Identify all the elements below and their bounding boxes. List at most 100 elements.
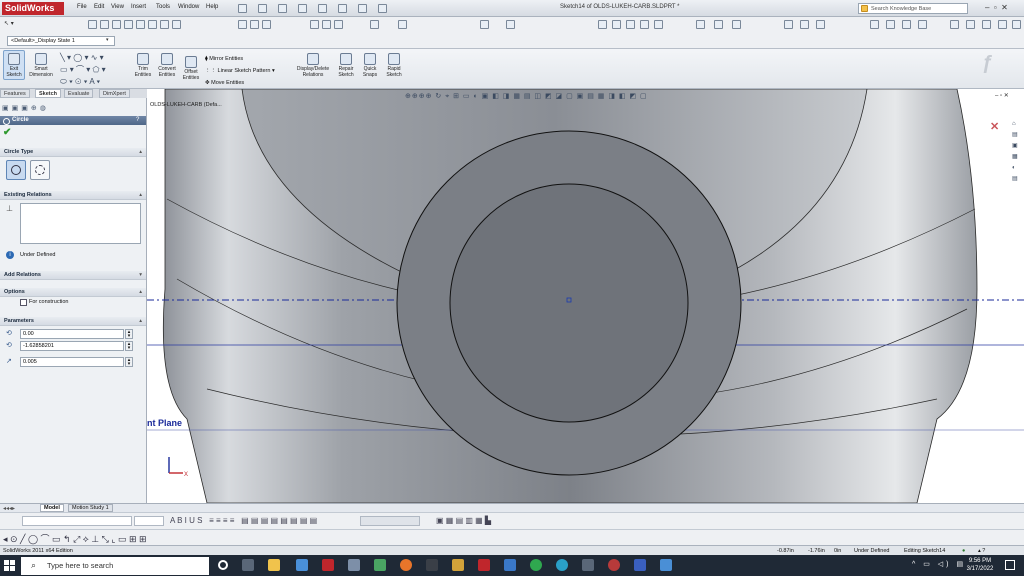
sketch-tool-buttons[interactable]: ◂ ⊙ ╱ ◯ ⌒ ▭ ↰ ⤢ ⟡ ⊥ ⤡ ⌞ ▭ ⊞ ⊞	[3, 532, 147, 545]
file-explorer-icon[interactable]	[268, 559, 280, 571]
sketch-circle-inner[interactable]	[449, 183, 689, 423]
menu-file[interactable]: File	[77, 4, 87, 10]
heads-up-view-toolbar[interactable]: ⊕⊕⊕⊕ ↻ ⌖ ⊞ ▭ ◐ ▣ ◧ ◨ ▦ ▤ ◫ ◩ ◪ ▢ ▣ ▤ ▦ ◨…	[405, 92, 648, 101]
open-icon[interactable]	[258, 4, 267, 13]
menu-help[interactable]: Help	[206, 4, 218, 10]
app-icon-9[interactable]	[660, 559, 672, 571]
mirror-entities-button[interactable]: ⧫ Mirror Entities	[205, 53, 275, 65]
solidworks-active-icon[interactable]	[478, 559, 490, 571]
center-x-spinner[interactable]: ▴ ▾	[125, 329, 133, 339]
app-icon-5[interactable]	[504, 559, 516, 571]
feature-tree-root[interactable]: OLDS-LUKEH-CARB (Defa...	[150, 102, 222, 108]
toolbar-icon-g[interactable]	[714, 20, 723, 29]
menu-edit[interactable]: Edit	[94, 4, 104, 10]
select-icon[interactable]	[338, 4, 347, 13]
display-delete-relations-button[interactable]: Display/Delete Relations	[292, 53, 334, 78]
toolbar-icon-q[interactable]	[966, 20, 975, 29]
toolbar-icon-c[interactable]	[626, 20, 635, 29]
radius-spinner[interactable]: ▴ ▾	[125, 357, 133, 367]
options-icon[interactable]	[378, 4, 387, 13]
taskbar-search-input[interactable]: Type here to search	[21, 557, 209, 575]
circle-tool-icon[interactable]	[124, 20, 133, 29]
app-icon-2[interactable]	[374, 559, 386, 571]
task-view-icon[interactable]	[242, 559, 254, 571]
assembly-icon[interactable]	[250, 20, 259, 29]
toolbar-icon-d[interactable]	[640, 20, 649, 29]
options-header[interactable]: Options ▴	[0, 288, 146, 297]
line-tool-icon[interactable]	[100, 20, 109, 29]
sum-icon[interactable]	[172, 20, 181, 29]
toolbar-icon-i[interactable]	[784, 20, 793, 29]
menu-tools[interactable]: Tools	[156, 4, 170, 10]
print-icon[interactable]	[298, 4, 307, 13]
toolbar-icon-m[interactable]	[886, 20, 895, 29]
new-document-icon[interactable]	[238, 4, 247, 13]
add-relations-header[interactable]: Add Relations ▾	[0, 271, 146, 280]
app-icon-3[interactable]	[426, 559, 438, 571]
menu-insert[interactable]: Insert	[131, 4, 146, 10]
search-knowledge-base-input[interactable]: Search Knowledge Base	[858, 3, 968, 14]
solidworks-taskbar-icon[interactable]	[322, 559, 334, 571]
view-orientation-icon[interactable]	[398, 20, 407, 29]
for-construction-checkbox[interactable]	[20, 299, 27, 306]
macro-icon[interactable]	[262, 20, 271, 29]
spline-tool-icon[interactable]	[160, 20, 169, 29]
model-view[interactable]: X	[147, 89, 1024, 503]
task-pane-tabs[interactable]: ⌂ ▤ ▣ ▦ ◐ ▤	[1012, 119, 1022, 189]
rotate-icon[interactable]	[334, 20, 343, 29]
toolbar-icon-l[interactable]	[870, 20, 879, 29]
notifications-icon[interactable]	[1005, 560, 1015, 570]
cancel-sketch-icon[interactable]: ✕	[990, 120, 999, 133]
app-icon-4[interactable]	[452, 559, 464, 571]
text-format-buttons[interactable]: A B I U S ≡ ≡ ≡ ≡ ▤ ▤ ▤ ▤ ▤ ▤ ▤ ▤	[170, 516, 317, 525]
pin-icon[interactable]: ↖ ▾	[4, 20, 14, 27]
firefox-icon[interactable]	[400, 559, 412, 571]
cortana-icon[interactable]	[218, 560, 228, 570]
chrome-icon[interactable]	[530, 559, 542, 571]
move-entities-button[interactable]: ✥ Move Entities	[205, 77, 275, 89]
rebuild-icon[interactable]	[358, 4, 367, 13]
toolbar-icon-p[interactable]	[950, 20, 959, 29]
menu-window[interactable]: Window	[178, 4, 199, 10]
center-x-input[interactable]	[20, 329, 124, 339]
toolbar-icon-t[interactable]	[1012, 20, 1021, 29]
center-circle-button[interactable]	[6, 160, 26, 180]
repair-sketch-button[interactable]: Repair Sketch	[336, 53, 356, 78]
offset-entities-button[interactable]: Offset Entities	[180, 56, 202, 81]
toolbar-icon-n[interactable]	[902, 20, 911, 29]
toolbar-icon-e[interactable]	[654, 20, 663, 29]
tab-motion-study[interactable]: Motion Study 1	[68, 504, 113, 512]
tab-dimxpert[interactable]: DimXpert	[99, 89, 130, 98]
window-controls[interactable]: – ▫ ✕	[985, 3, 1008, 12]
polygon-tool-icon[interactable]	[148, 20, 157, 29]
center-y-input[interactable]	[20, 341, 124, 351]
app-icon-8[interactable]	[634, 559, 646, 571]
convert-entities-button[interactable]: Convert Entities	[155, 53, 179, 78]
menu-view[interactable]: View	[111, 4, 124, 10]
ok-check-icon[interactable]: ✔	[3, 127, 11, 138]
perimeter-circle-button[interactable]	[30, 160, 50, 180]
trim-entities-button[interactable]: Trim Entities	[133, 53, 153, 78]
existing-relations-list[interactable]	[20, 203, 141, 244]
quick-snaps-button[interactable]: Quick Snaps	[360, 53, 380, 78]
zoom-area-icon[interactable]	[322, 20, 331, 29]
solidworks-logo[interactable]: SolidWorks	[2, 2, 64, 15]
toolbar-icon-j[interactable]	[800, 20, 809, 29]
center-y-spinner[interactable]: ▴ ▾	[125, 341, 133, 351]
arc-tool-icon[interactable]	[136, 20, 145, 29]
parameters-header[interactable]: Parameters ▴	[0, 317, 146, 326]
store-icon[interactable]	[296, 559, 308, 571]
manager-tab-icons[interactable]: ▣▣▣⊕◍	[2, 104, 49, 112]
toolbar-icon-h[interactable]	[732, 20, 741, 29]
app-icon-7[interactable]	[608, 559, 620, 571]
tab-features[interactable]: Features	[0, 89, 30, 98]
plot-icon[interactable]	[506, 20, 515, 29]
font-dropdown[interactable]	[22, 516, 132, 526]
rapid-sketch-button[interactable]: Rapid Sketch	[384, 53, 404, 78]
configuration-dropdown[interactable]: <Default>_Display State 1	[7, 36, 115, 46]
edge-icon[interactable]	[556, 559, 568, 571]
existing-relations-header[interactable]: Existing Relations ▴	[0, 191, 146, 200]
help-icon[interactable]: ?	[136, 117, 139, 123]
viewport-window-controls[interactable]: – ▫ ✕	[995, 92, 1009, 99]
layer-buttons[interactable]: ▣ ▦ ▤ ▥ ▦ ▙	[436, 516, 491, 525]
